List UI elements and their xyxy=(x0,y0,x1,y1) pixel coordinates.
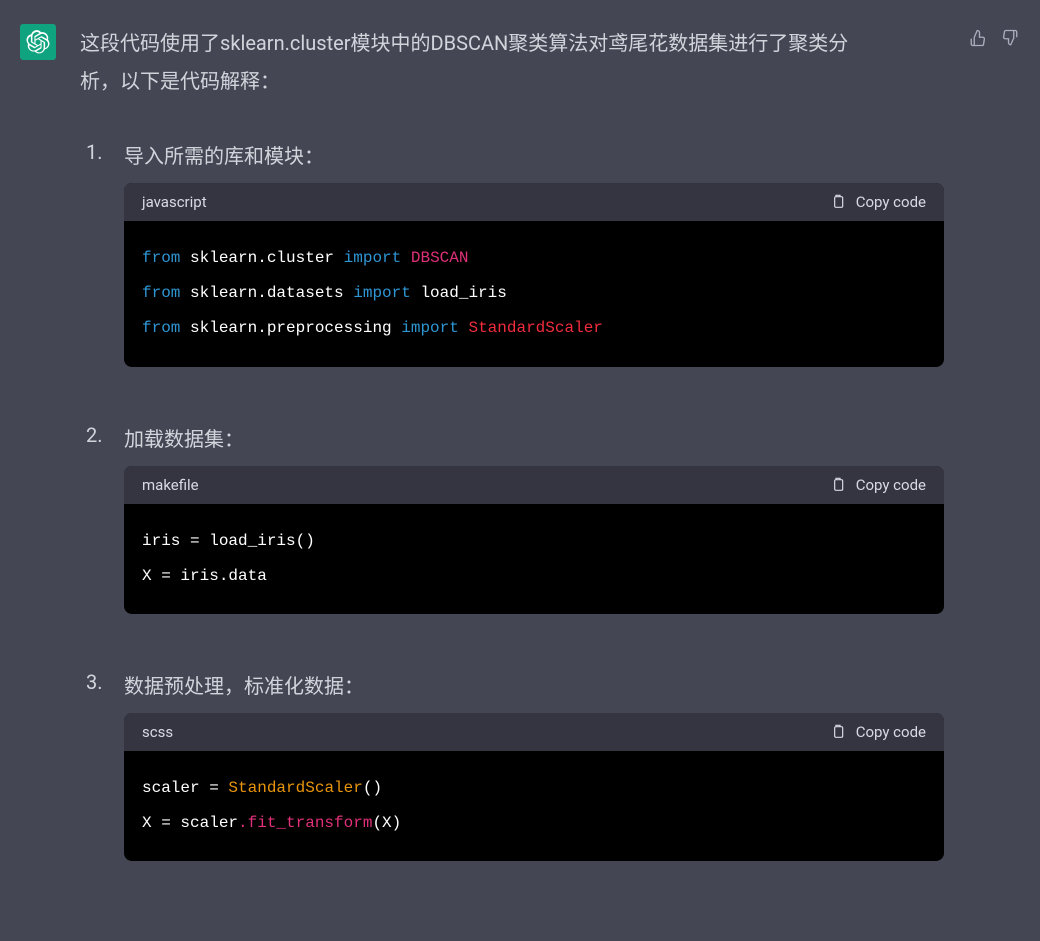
feedback-buttons xyxy=(968,24,1020,48)
code-body: scaler = StandardScaler() X = scaler.fit… xyxy=(124,751,944,861)
thumbs-up-button[interactable] xyxy=(968,28,988,48)
copy-code-button[interactable]: Copy code xyxy=(830,193,926,211)
copy-code-button[interactable]: Copy code xyxy=(830,723,926,741)
copy-label: Copy code xyxy=(856,476,926,494)
step-item: 加载数据集： makefile Copy code iris = load_iris(… xyxy=(80,423,944,614)
thumbs-down-icon xyxy=(1001,29,1019,47)
message-content: 这段代码使用了sklearn.cluster模块中的DBSCAN聚类算法对鸢尾花… xyxy=(80,24,944,917)
code-header: scss Copy code xyxy=(124,713,944,751)
code-block: javascript Copy code from sklearn.cluster … xyxy=(124,183,944,367)
intro-text: 这段代码使用了sklearn.cluster模块中的DBSCAN聚类算法对鸢尾花… xyxy=(80,24,944,100)
steps-list: 导入所需的库和模块： javascript Copy code from sklear… xyxy=(80,140,944,861)
clipboard-icon xyxy=(830,476,846,494)
copy-label: Copy code xyxy=(856,723,926,741)
clipboard-icon xyxy=(830,193,846,211)
assistant-message: 这段代码使用了sklearn.cluster模块中的DBSCAN聚类算法对鸢尾花… xyxy=(0,0,1040,941)
step-item: 导入所需的库和模块： javascript Copy code from sklear… xyxy=(80,140,944,367)
code-language-label: javascript xyxy=(142,193,207,211)
step-item: 数据预处理，标准化数据： scss Copy code scaler = Standa… xyxy=(80,670,944,861)
code-body: iris = load_iris() X = iris.data xyxy=(124,504,944,614)
copy-code-button[interactable]: Copy code xyxy=(830,476,926,494)
code-header: makefile Copy code xyxy=(124,466,944,504)
code-header: javascript Copy code xyxy=(124,183,944,221)
thumbs-up-icon xyxy=(969,29,987,47)
code-language-label: makefile xyxy=(142,476,199,494)
copy-label: Copy code xyxy=(856,193,926,211)
assistant-avatar xyxy=(20,24,56,60)
step-title: 导入所需的库和模块： xyxy=(124,140,944,169)
step-title: 数据预处理，标准化数据： xyxy=(124,670,944,699)
clipboard-icon xyxy=(830,723,846,741)
openai-logo-icon xyxy=(26,30,50,54)
code-block: scss Copy code scaler = StandardScaler() X… xyxy=(124,713,944,861)
step-title: 加载数据集： xyxy=(124,423,944,452)
code-block: makefile Copy code iris = load_iris() X = … xyxy=(124,466,944,614)
thumbs-down-button[interactable] xyxy=(1000,28,1020,48)
code-language-label: scss xyxy=(142,723,173,741)
code-body: from sklearn.cluster import DBSCAN from … xyxy=(124,221,944,367)
